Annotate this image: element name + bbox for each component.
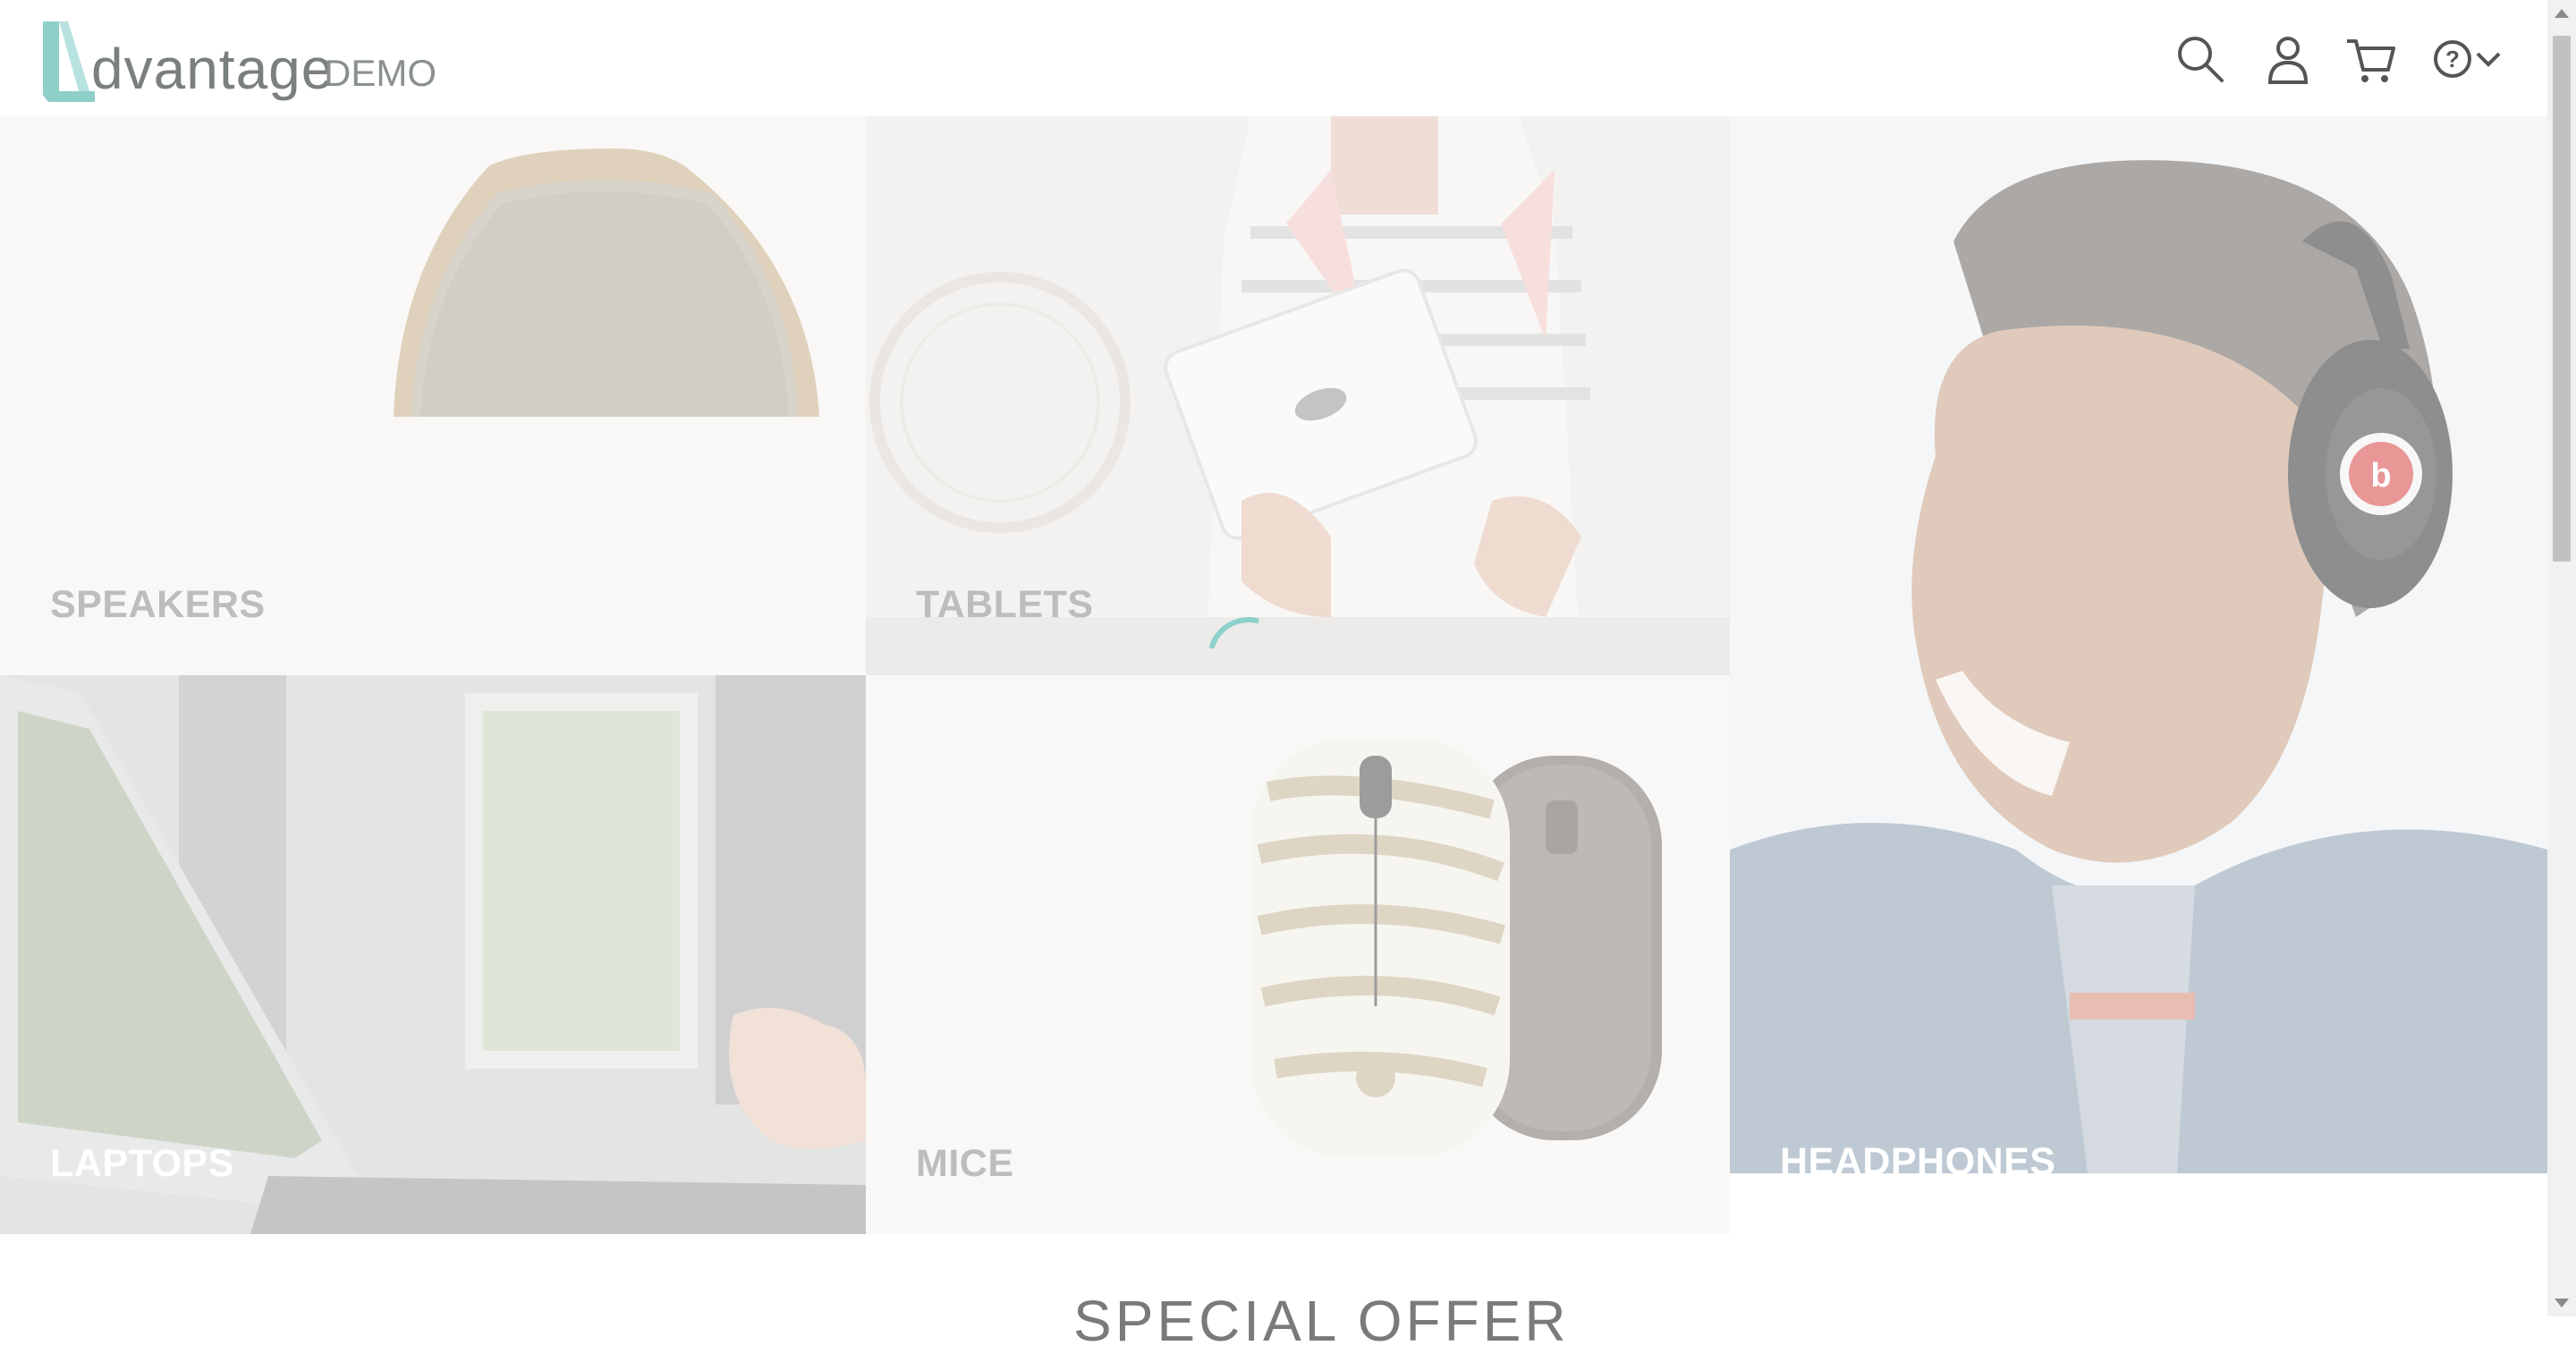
category-label-laptops: LAPTOPS [50, 1142, 234, 1185]
speaker-image [394, 148, 819, 417]
category-tile-laptops[interactable]: LAPTOPS [0, 675, 866, 1234]
scrollbar-thumb[interactable] [2553, 36, 2571, 562]
svg-text:?: ? [2445, 46, 2460, 72]
logo-text: dvantage [91, 37, 335, 101]
section-title-special-offer: SPECIAL OFFER [1073, 1289, 1570, 1353]
category-tile-tablets[interactable]: TABLETS [866, 116, 1730, 675]
category-tile-headphones[interactable]: b HEADPHONES [1730, 116, 2547, 1173]
site-header: dvantage DEMO ? [0, 0, 2547, 116]
scroll-down-arrow-icon[interactable] [2555, 1299, 2569, 1307]
category-label-speakers: SPEAKERS [50, 583, 266, 626]
logo-suffix: DEMO [324, 52, 436, 94]
chevron-down-icon[interactable] [2470, 32, 2506, 86]
category-label-mice: MICE [916, 1142, 1014, 1185]
category-label-tablets: TABLETS [916, 583, 1094, 626]
headphones-person-image: b [1730, 116, 2547, 1173]
svg-text:b: b [2370, 457, 2391, 495]
cart-icon[interactable] [2343, 32, 2397, 86]
scroll-up-arrow-icon[interactable] [2555, 9, 2569, 18]
category-label-headphones: HEADPHONES [1780, 1140, 2056, 1173]
page-scrollbar[interactable] [2547, 0, 2576, 1316]
category-tile-mice[interactable]: MICE [866, 675, 1730, 1234]
logo[interactable]: dvantage DEMO [39, 16, 451, 106]
category-tile-speakers[interactable]: SPEAKERS [0, 116, 866, 675]
user-icon[interactable] [2261, 32, 2315, 86]
mice-image [1250, 738, 1662, 1158]
search-icon[interactable] [2174, 32, 2227, 86]
